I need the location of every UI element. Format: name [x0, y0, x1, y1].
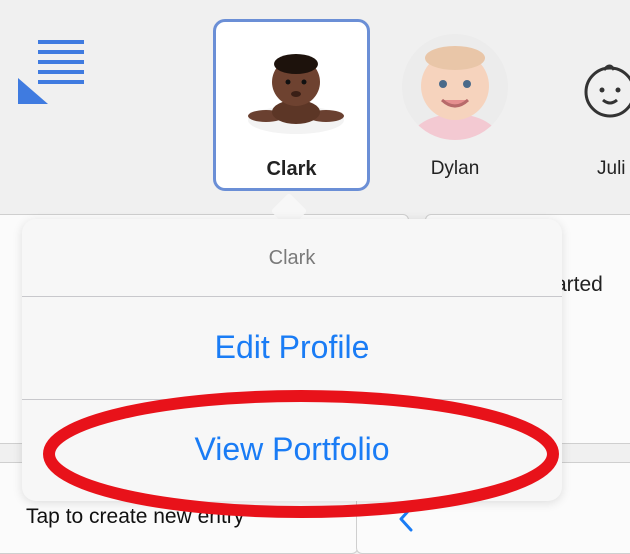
- background-card-text: arted: [555, 273, 603, 296]
- baby-photo-dylan: [402, 34, 508, 140]
- child-tile-juli[interactable]: Juli: [560, 30, 630, 190]
- child-name: Dylan: [430, 158, 480, 179]
- divider: [22, 296, 562, 297]
- child-name: Juli: [597, 158, 626, 179]
- list-menu-icon[interactable]: [18, 40, 84, 106]
- baby-face-placeholder-icon: [584, 64, 630, 118]
- chevron-left-icon[interactable]: [398, 506, 414, 532]
- child-name: Clark: [266, 158, 317, 180]
- child-tile-dylan[interactable]: Dylan: [395, 30, 515, 190]
- view-portfolio-button[interactable]: View Portfolio: [22, 431, 562, 468]
- child-options-popover: Clark Edit Profile View Portfolio: [22, 219, 562, 501]
- popover-title: Clark: [268, 247, 316, 269]
- divider: [22, 399, 562, 400]
- baby-photo-clark: [248, 54, 344, 134]
- child-tile-clark[interactable]: Clark: [213, 19, 370, 191]
- edit-profile-button[interactable]: Edit Profile: [22, 329, 562, 366]
- new-entry-label[interactable]: Tap to create new entry: [26, 505, 244, 529]
